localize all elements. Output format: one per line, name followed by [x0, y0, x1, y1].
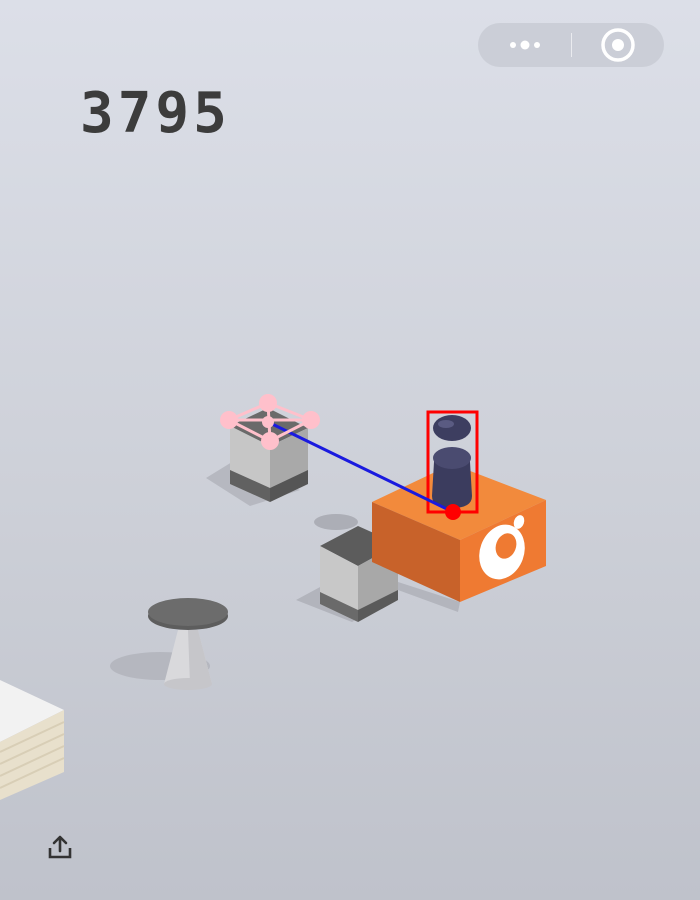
player-base-dot — [445, 504, 461, 520]
player-piece — [432, 415, 472, 508]
share-upload-icon — [48, 835, 72, 859]
share-button[interactable] — [46, 834, 74, 862]
game-scene[interactable] — [0, 0, 700, 900]
stool-platform — [110, 598, 228, 690]
book-platform — [0, 680, 65, 800]
